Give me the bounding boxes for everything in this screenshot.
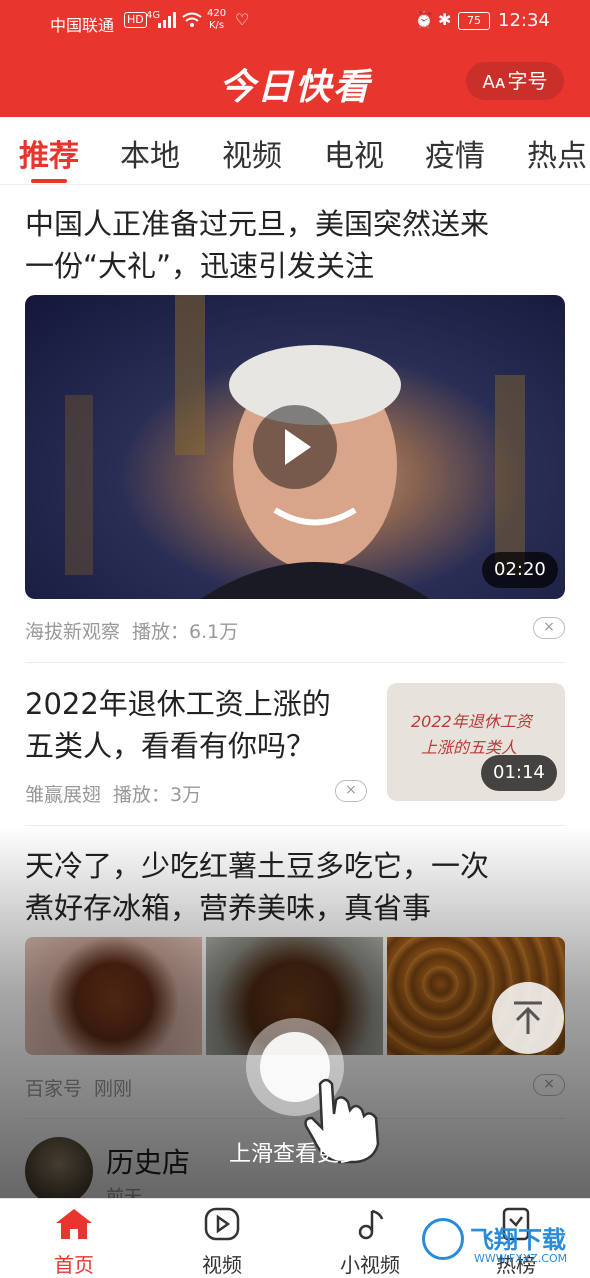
video-thumbnail[interactable]: 02:20	[25, 295, 565, 599]
tab-recommend[interactable]: 推荐	[19, 131, 79, 175]
tab-tv[interactable]: 电视	[324, 131, 384, 175]
signal-icon	[158, 12, 176, 28]
heart-icon: ♡	[235, 10, 250, 29]
swipe-hint-text: 上滑查看更多	[228, 1142, 361, 1167]
wifi-icon	[182, 12, 202, 27]
divider	[25, 825, 565, 826]
tab-hot[interactable]: 热点	[527, 131, 587, 175]
carrier-name: 中国联通	[50, 16, 115, 35]
clock-time: 12:34	[498, 10, 550, 31]
video-duration: 01:14	[481, 755, 557, 791]
source-name: 海拔新观察	[25, 621, 121, 643]
article-title[interactable]: 中国人正准备过元旦，美国突然送来 一份“大礼”，迅速引发关注	[25, 203, 565, 287]
active-tab-indicator	[31, 179, 67, 183]
font-size-button[interactable]: Aᴀ 字号	[466, 62, 564, 100]
battery-icon: 75	[458, 12, 490, 30]
nav-video[interactable]: 视频	[172, 1199, 272, 1278]
font-size-label: 字号	[507, 69, 548, 93]
thumbnail-handwriting: 2022年退休工资 上涨的五类人	[411, 712, 532, 757]
network-speed: 420 K/s	[207, 8, 227, 31]
play-button[interactable]	[253, 405, 337, 489]
play-count: 播放：3万	[113, 784, 202, 806]
alarm-icon: ⏰	[414, 10, 434, 29]
divider	[25, 1118, 565, 1119]
nav-home[interactable]: 首页	[24, 1199, 124, 1278]
article-meta: 百家号 刚刚	[25, 1074, 132, 1101]
dismiss-button[interactable]: ×	[533, 1074, 565, 1096]
status-bar: 中国联通 HD 4G 420 K/s ♡ ⏰ ✱ 75 12:34	[0, 8, 590, 38]
source-name: 雏赢展翅	[25, 784, 102, 806]
article-title[interactable]: 2022年退休工资上涨的 五类人，看看有你吗？	[25, 683, 370, 767]
bluetooth-icon: ✱	[438, 10, 452, 29]
tab-epidemic[interactable]: 疫情	[425, 131, 485, 175]
video-play-icon	[204, 1207, 240, 1241]
font-size-icon: Aᴀ	[482, 72, 506, 93]
video-thumbnail[interactable]: 2022年退休工资 上涨的五类人 01:14	[387, 683, 565, 801]
play-count: 播放：6.1万	[132, 621, 239, 643]
app-header: 中国联通 HD 4G 420 K/s ♡ ⏰ ✱ 75 12:34 今日快看 Aᴀ…	[0, 0, 590, 117]
category-tabs: 推荐 本地 视频 电视 疫情 热点	[0, 117, 590, 185]
home-icon	[56, 1209, 92, 1239]
article-title[interactable]: 天冷了，少吃红薯土豆多吃它，一次 煮好存冰箱，营养美味，真省事	[25, 845, 565, 929]
divider	[25, 662, 565, 663]
article-meta: 雏赢展翅 播放：3万	[25, 780, 201, 807]
tab-local[interactable]: 本地	[120, 131, 180, 175]
music-note-icon	[358, 1209, 384, 1240]
tab-video[interactable]: 视频	[222, 131, 282, 175]
arrow-up-icon	[514, 1001, 542, 1034]
dismiss-button[interactable]: ×	[533, 617, 565, 639]
video-duration: 02:20	[482, 552, 558, 588]
dismiss-button[interactable]: ×	[335, 780, 367, 802]
article-meta: 海拔新观察 播放：6.1万	[25, 617, 238, 644]
watermark-logo-icon	[422, 1218, 464, 1260]
gallery-image-1[interactable]	[25, 937, 202, 1055]
author-time: 前天	[106, 1187, 142, 1198]
source-name: 百家号	[25, 1078, 83, 1100]
nav-short-video[interactable]: 小视频	[320, 1199, 420, 1278]
back-to-top-button[interactable]	[492, 982, 564, 1054]
publish-time: 刚刚	[94, 1078, 133, 1100]
site-watermark: 飞翔下载 WWW.FXXZ.COM	[422, 1212, 582, 1272]
play-icon	[285, 429, 311, 465]
hd-badge: HD	[124, 12, 147, 28]
